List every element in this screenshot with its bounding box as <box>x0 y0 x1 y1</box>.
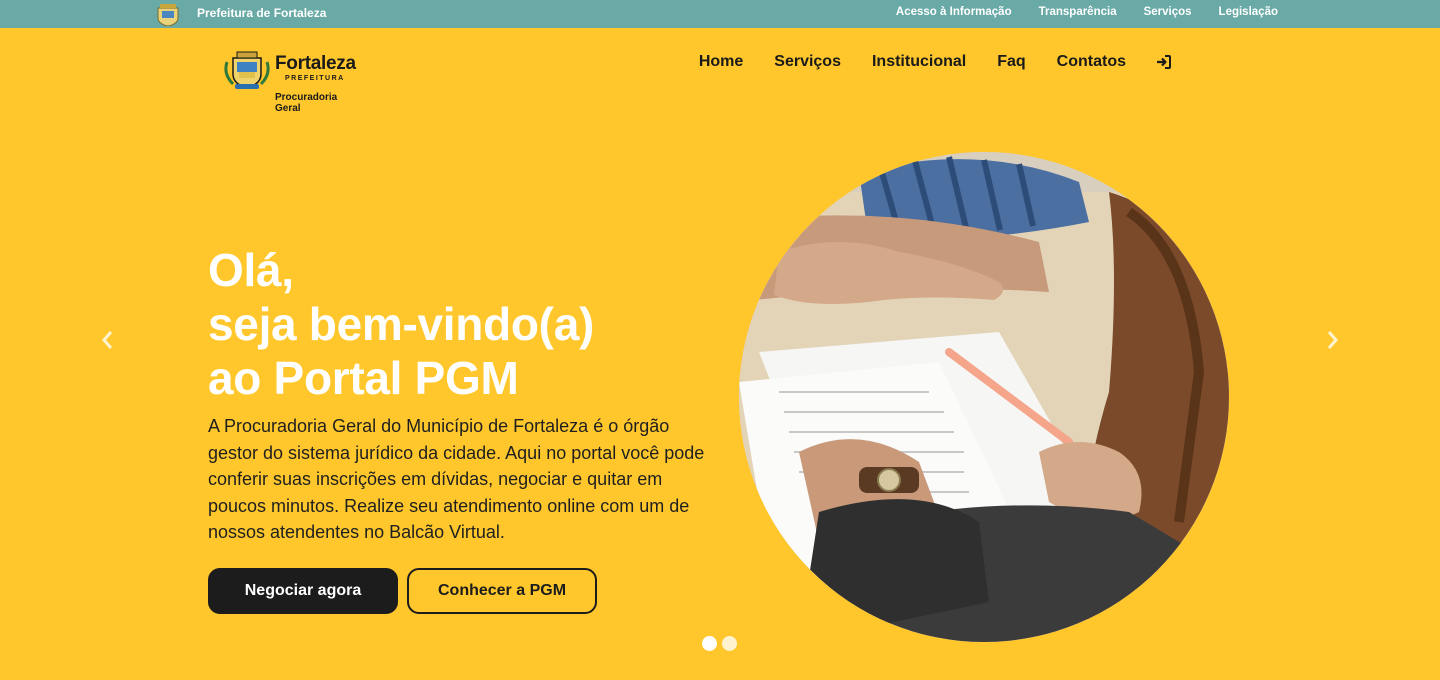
carousel-dot-1[interactable] <box>702 636 717 651</box>
nav-contatos[interactable]: Contatos <box>1057 53 1126 71</box>
hero-title: Olá, seja bem-vindo(a) ao Portal PGM <box>208 243 594 405</box>
topbar-links: Acesso à Informação Transparência Serviç… <box>896 6 1278 18</box>
carousel-dot-2[interactable] <box>722 636 737 651</box>
logo-unit-line1: Procuradoria <box>275 92 338 103</box>
chevron-left-icon[interactable] <box>96 328 120 352</box>
topbar-link-servicos[interactable]: Serviços <box>1144 6 1192 18</box>
topbar-link-transparencia[interactable]: Transparência <box>1039 6 1117 18</box>
hero-photo <box>739 152 1229 642</box>
hero-title-line1: Olá, <box>208 244 294 296</box>
hero-title-line3: ao Portal PGM <box>208 352 519 404</box>
chevron-right-icon[interactable] <box>1320 328 1344 352</box>
sign-in-icon[interactable] <box>1156 54 1172 70</box>
prefeitura-crest-icon <box>157 4 179 26</box>
carousel-indicators <box>702 636 737 651</box>
logo-city: Fortaleza <box>275 53 356 74</box>
logo-unit: Procuradoria Geral <box>275 92 337 114</box>
logo-unit-line2: Geral <box>275 103 301 114</box>
negociar-agora-button[interactable]: Negociar agora <box>208 568 398 614</box>
nav-servicos[interactable]: Serviços <box>774 53 841 71</box>
hero-title-line2: seja bem-vindo(a) <box>208 298 594 350</box>
topbar-link-legislacao[interactable]: Legislação <box>1219 6 1278 18</box>
hero-description: A Procuradoria Geral do Município de For… <box>208 416 705 542</box>
top-bar: Prefeitura de Fortaleza Acesso à Informa… <box>0 0 1440 28</box>
hero-photo-illustration <box>739 152 1229 642</box>
conhecer-pgm-button[interactable]: Conhecer a PGM <box>407 568 597 614</box>
nav-home[interactable]: Home <box>699 53 743 71</box>
logo-prefeitura: PREFEITURA <box>285 75 345 82</box>
main-nav: Home Serviços Institucional Faq Contatos <box>668 53 1172 71</box>
fortaleza-emblem-icon <box>224 51 270 89</box>
topbar-brand[interactable]: Prefeitura de Fortaleza <box>197 6 326 20</box>
nav-institucional[interactable]: Institucional <box>872 53 966 71</box>
topbar-link-acesso[interactable]: Acesso à Informação <box>896 6 1012 18</box>
site-logo[interactable]: Fortaleza PREFEITURA Procuradoria Geral <box>223 48 363 120</box>
nav-faq[interactable]: Faq <box>997 53 1025 71</box>
